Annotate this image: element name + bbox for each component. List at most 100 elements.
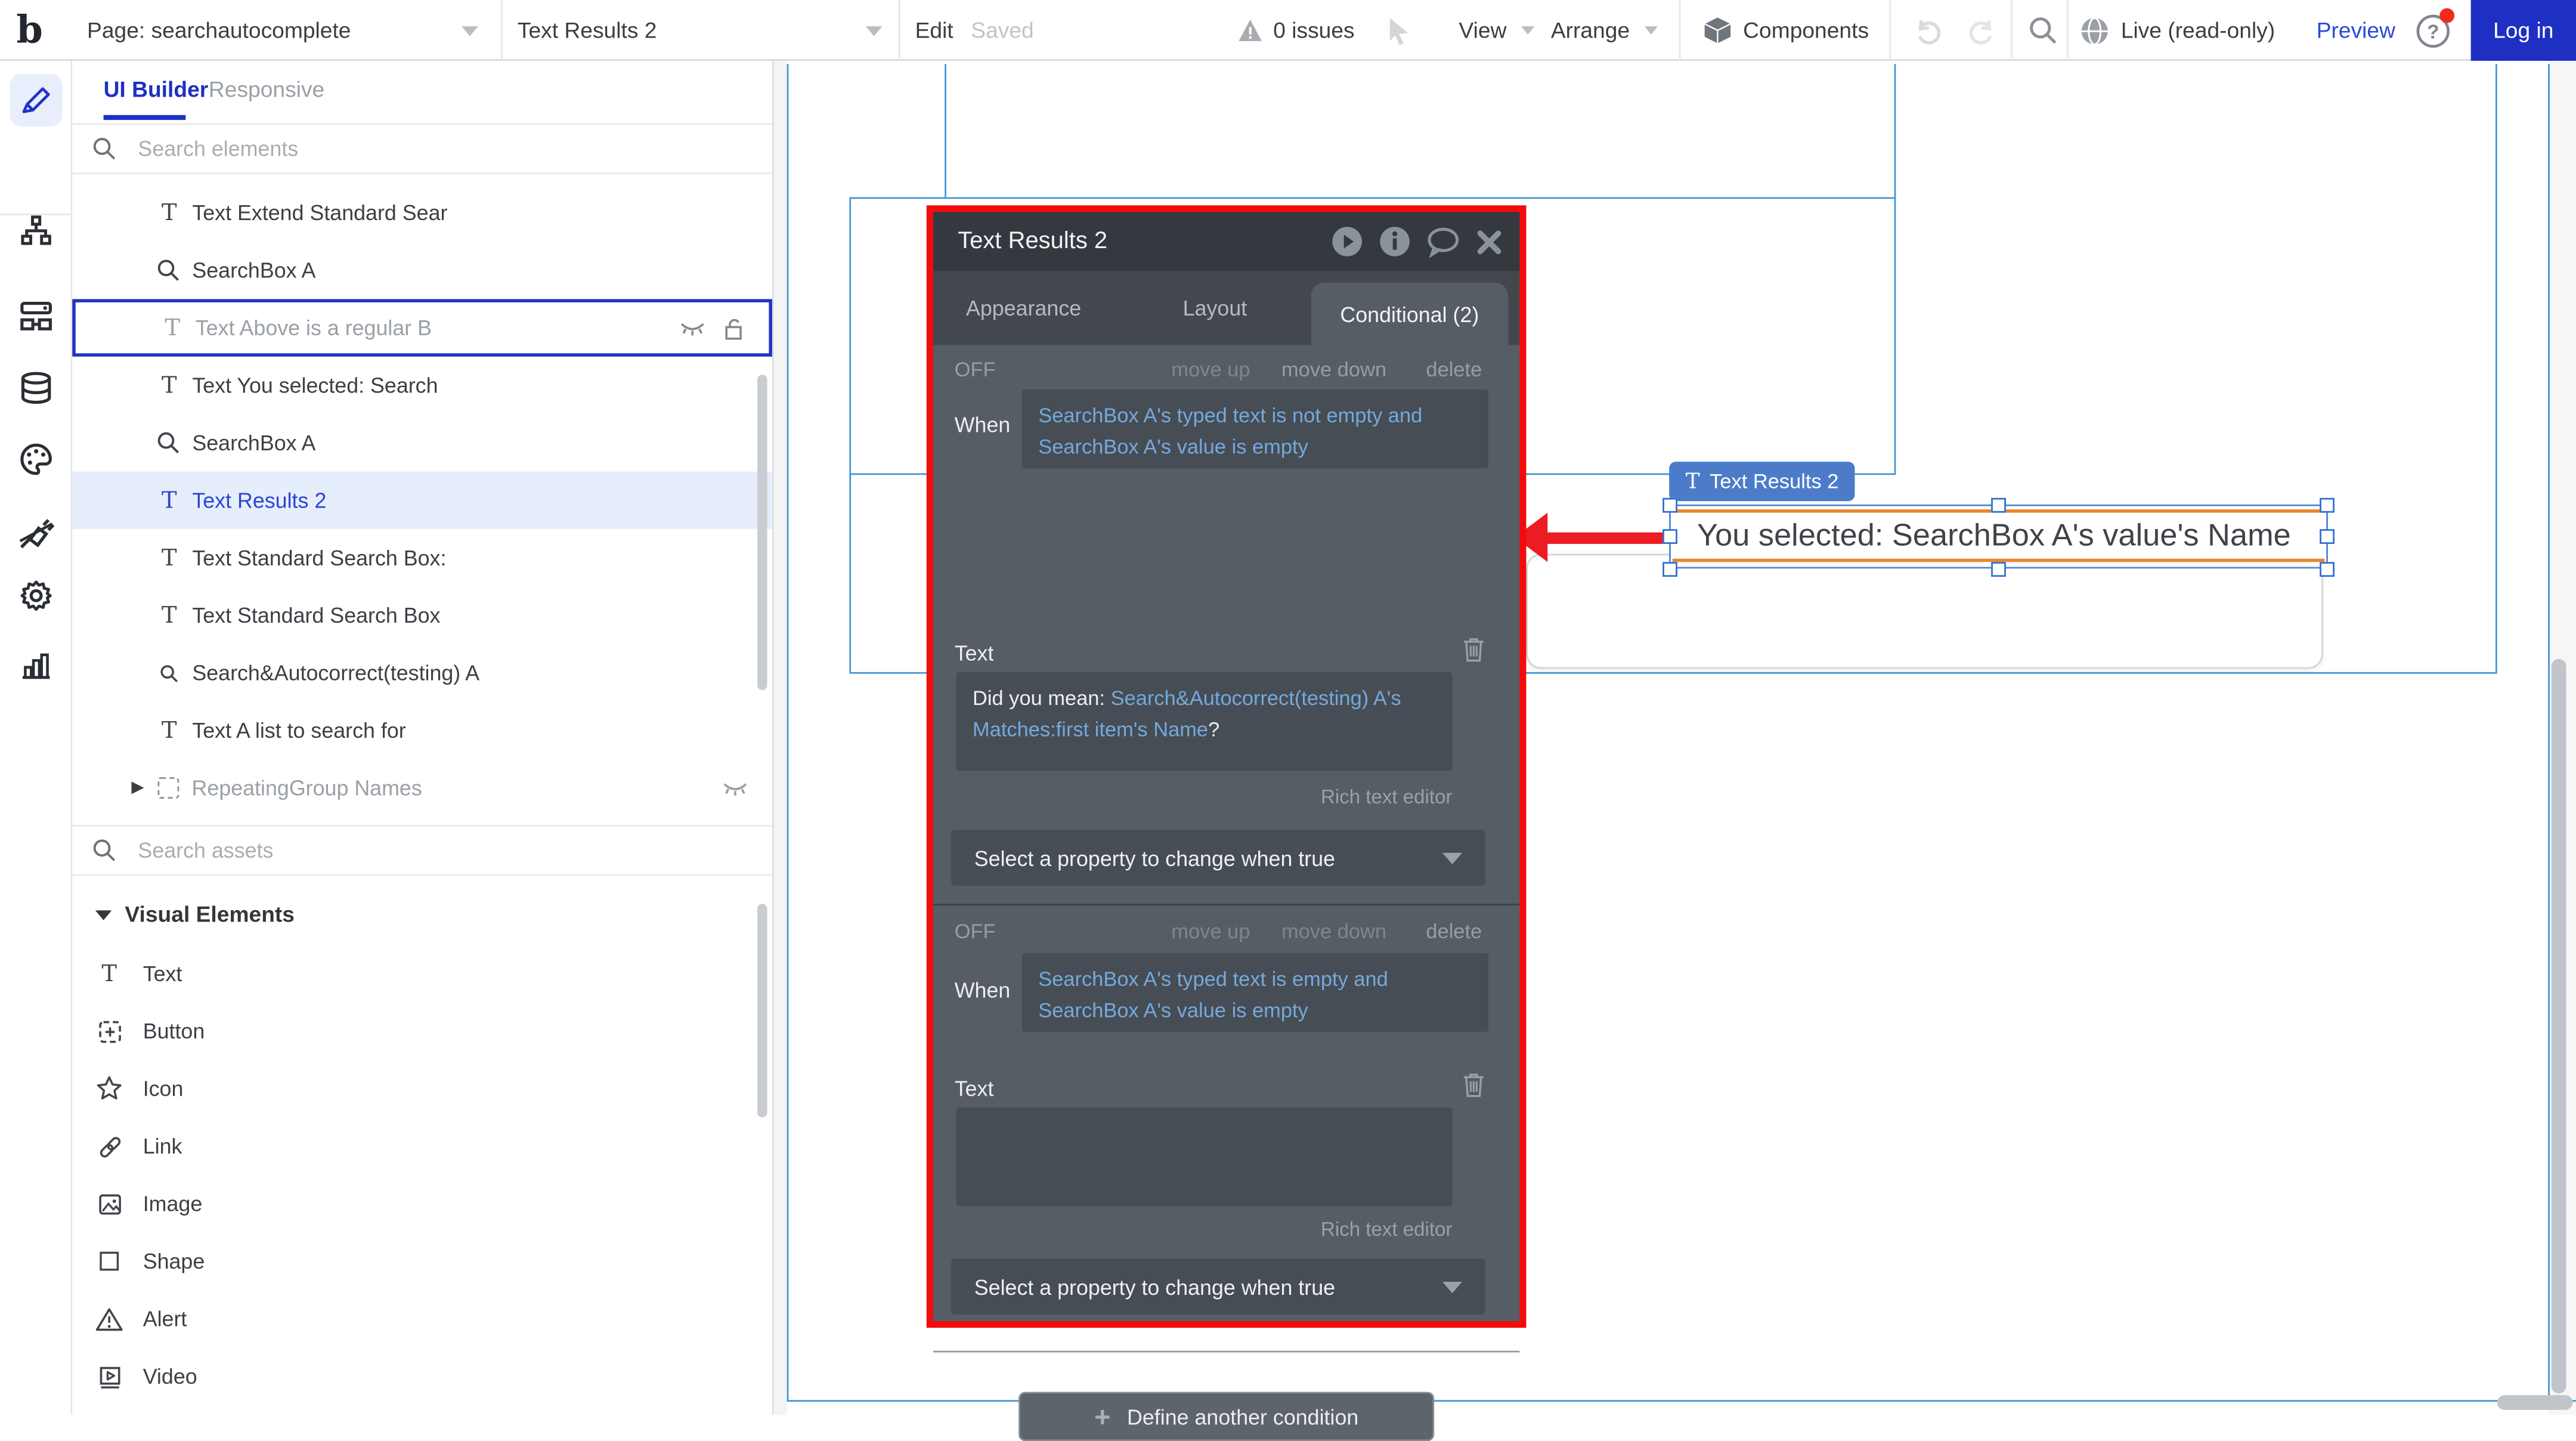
palette-item-icon[interactable]: Icon — [72, 1060, 772, 1117]
environment-globe-icon[interactable] — [2080, 0, 2110, 61]
move-up-link[interactable]: move up — [1171, 358, 1250, 382]
undo-icon[interactable] — [1912, 0, 1945, 61]
issue-counter[interactable]: 0 issues — [1273, 0, 1354, 61]
plugins-plug-icon[interactable] — [16, 513, 55, 561]
canvas-searchbox-element[interactable] — [1526, 553, 2323, 669]
canvas-horizontal-scrollbar[interactable] — [2497, 1395, 2573, 1410]
search-assets-input[interactable]: Search assets — [72, 825, 772, 876]
tree-item[interactable]: T Text You selected: Search — [72, 357, 772, 414]
components-panel-icon[interactable] — [17, 298, 54, 344]
condition-2-property-select[interactable]: Select a property to change when true — [951, 1258, 1485, 1315]
data-database-icon[interactable] — [17, 370, 54, 416]
canvas-vertical-scrollbar[interactable] — [2552, 659, 2566, 1394]
resize-handle-se[interactable] — [2320, 562, 2334, 577]
components-cube-icon[interactable] — [1702, 0, 1733, 61]
view-menu[interactable]: View — [1459, 0, 1535, 61]
palette-item-alert[interactable]: Alert — [72, 1290, 772, 1347]
resize-handle-ne[interactable] — [2320, 498, 2334, 513]
settings-gear-icon[interactable] — [17, 577, 54, 623]
tree-item-active[interactable]: T Text Results 2 — [72, 472, 772, 529]
page-selector[interactable]: Page: searchautocomplete — [87, 0, 351, 61]
login-button[interactable]: Log in — [2471, 0, 2576, 61]
search-tool-icon[interactable] — [2027, 0, 2058, 61]
tree-item[interactable]: SearchBox A — [72, 414, 772, 471]
unlocked-icon[interactable] — [721, 315, 745, 341]
define-another-condition-button[interactable]: + Define another condition — [1018, 1392, 1434, 1441]
resize-handle-w[interactable] — [1662, 529, 1677, 544]
element-selector[interactable]: Text Results 2 — [518, 0, 657, 61]
rich-text-editor-link[interactable]: Rich text editor — [1321, 786, 1453, 809]
condition-1-text-value[interactable]: Did you mean: Search&Autocorrect(testing… — [956, 672, 1452, 771]
tree-item-selected-border[interactable]: T Text Above is a regular B — [72, 299, 772, 356]
palette-item-video[interactable]: Video — [72, 1347, 772, 1405]
redo-icon[interactable] — [1965, 0, 1998, 61]
comment-icon[interactable] — [1426, 225, 1460, 258]
move-down-link[interactable]: move down — [1281, 920, 1386, 944]
run-workflow-icon[interactable] — [1331, 225, 1364, 258]
cursor-tool-icon[interactable] — [1385, 0, 1413, 61]
palette-item-image[interactable]: Image — [72, 1175, 772, 1232]
hidden-eye-icon[interactable] — [679, 316, 707, 339]
resize-handle-s[interactable] — [1991, 562, 2006, 577]
close-icon[interactable] — [1475, 228, 1503, 256]
edit-menu[interactable]: Edit — [915, 0, 953, 61]
tree-item[interactable]: T Text Standard Search Box: — [72, 529, 772, 586]
tab-responsive[interactable]: Responsive — [209, 77, 324, 101]
delete-link[interactable]: delete — [1426, 920, 1482, 944]
tree-scrollbar[interactable] — [757, 375, 767, 690]
move-down-link[interactable]: move down — [1281, 358, 1386, 382]
tab-conditional[interactable]: Conditional (2) — [1311, 283, 1509, 345]
condition-2-when-expression[interactable]: SearchBox A's typed text is empty and Se… — [1022, 953, 1488, 1032]
tab-ui-builder[interactable]: UI Builder — [104, 77, 209, 101]
dialog-header[interactable]: Text Results 2 — [933, 212, 1520, 271]
delete-property-trash-icon[interactable] — [1462, 1071, 1485, 1097]
preview-button[interactable]: Preview — [2317, 0, 2395, 61]
tree-item[interactable]: T Text Standard Search Box — [72, 587, 772, 644]
resize-handle-sw[interactable] — [1662, 562, 1677, 577]
page-selector-caret-icon[interactable] — [462, 0, 478, 61]
condition-2-text-value-empty[interactable] — [956, 1108, 1452, 1206]
tree-item[interactable]: SearchBox A — [72, 242, 772, 299]
condition-2-toolbar: OFF move up move down delete — [933, 920, 1520, 947]
move-up-link[interactable]: move up — [1171, 920, 1250, 944]
delete-property-trash-icon[interactable] — [1462, 636, 1485, 662]
element-selector-caret-icon[interactable] — [866, 0, 883, 61]
design-pencil-icon[interactable] — [18, 84, 52, 127]
search-elements-input[interactable]: Search elements — [72, 123, 772, 174]
tab-appearance[interactable]: Appearance — [966, 271, 1081, 345]
assets-scrollbar[interactable] — [757, 904, 767, 1117]
tree-item[interactable]: ▶ RepeatingGroup Names — [72, 759, 772, 817]
visual-elements-header[interactable]: Visual Elements — [95, 902, 295, 927]
condition-1-when-expression[interactable]: SearchBox A's typed text is not empty an… — [1022, 389, 1488, 468]
logs-chart-icon[interactable] — [17, 646, 54, 690]
palette-item-shape[interactable]: Shape — [72, 1232, 772, 1290]
tab-layout[interactable]: Layout — [1183, 271, 1247, 345]
tree-item[interactable]: T Text Extend Standard Sear — [72, 184, 772, 242]
svg-text:?: ? — [2427, 20, 2439, 42]
condition-off-toggle[interactable]: OFF — [955, 358, 996, 382]
resize-handle-e[interactable] — [2320, 529, 2334, 544]
hidden-eye-icon[interactable] — [721, 777, 749, 800]
bubble-logo[interactable]: b — [17, 0, 43, 61]
issues-warning-icon[interactable] — [1237, 0, 1264, 61]
components-menu[interactable]: Components — [1743, 0, 1869, 61]
palette-item-button[interactable]: Button — [72, 1003, 772, 1060]
arrange-menu[interactable]: Arrange — [1551, 0, 1658, 61]
expand-caret-icon[interactable]: ▶ — [131, 779, 144, 797]
palette-item-link[interactable]: Link — [72, 1117, 772, 1174]
rich-text-editor-link[interactable]: Rich text editor — [1321, 1218, 1453, 1241]
help-button[interactable]: ? — [2415, 0, 2451, 61]
resize-handle-nw[interactable] — [1662, 498, 1677, 513]
tree-item[interactable]: Search&Autocorrect(testing) A — [72, 644, 772, 701]
palette-item-text[interactable]: T Text — [72, 945, 772, 1002]
workflow-icon[interactable] — [17, 214, 54, 258]
resize-handle-n[interactable] — [1991, 498, 2006, 513]
condition-off-toggle[interactable]: OFF — [955, 920, 996, 944]
tree-item[interactable]: T Text A list to search for — [72, 701, 772, 759]
delete-link[interactable]: delete — [1426, 358, 1482, 382]
info-icon[interactable] — [1379, 225, 1411, 258]
condition-1-property-select[interactable]: Select a property to change when true — [951, 830, 1485, 886]
styles-palette-icon[interactable] — [17, 440, 54, 486]
selected-text-element[interactable]: You selected: SearchBox A's value's Name — [1669, 505, 2328, 568]
environment-selector[interactable]: Live (read-only) — [2121, 0, 2275, 61]
